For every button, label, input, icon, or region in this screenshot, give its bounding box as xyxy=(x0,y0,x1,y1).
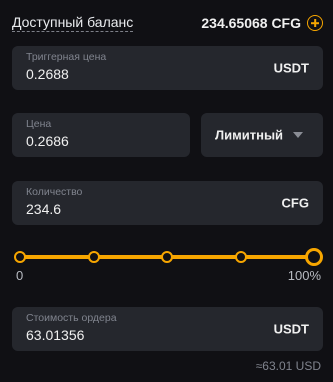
price-field[interactable]: Цена 0.2686 xyxy=(12,113,190,157)
slider-mark[interactable] xyxy=(161,251,173,263)
order-cost-unit: USDT xyxy=(273,321,309,337)
order-cost-field: Стоимость ордера 63.01356 USDT xyxy=(12,307,323,351)
order-type-select[interactable]: Лимитный xyxy=(201,113,323,157)
order-type-value: Лимитный xyxy=(215,127,284,143)
balance-info: 234.65068 CFG xyxy=(201,15,323,31)
slider-mark[interactable] xyxy=(234,251,247,263)
quantity-slider[interactable] xyxy=(14,248,323,266)
price-label: Цена xyxy=(26,118,52,130)
balance-value: 234.65068 CFG xyxy=(201,15,301,31)
approx-usd-value: ≈63.01 USD xyxy=(255,359,321,373)
balance-row: Доступный баланс 234.65068 CFG xyxy=(12,12,323,34)
slider-mark[interactable] xyxy=(87,251,100,263)
slider-mark[interactable] xyxy=(14,251,26,263)
order-cost-value: 63.01356 xyxy=(26,327,85,343)
balance-label[interactable]: Доступный баланс xyxy=(12,14,134,32)
quantity-field[interactable]: Количество 234.6 CFG xyxy=(12,181,323,225)
caret-down-icon xyxy=(293,132,303,138)
slider-min-label: 0 xyxy=(16,268,24,283)
trigger-price-unit: USDT xyxy=(273,60,309,76)
order-cost-label: Стоимость ордера xyxy=(26,312,117,324)
trigger-price-label: Триггерная цена xyxy=(26,51,107,63)
slider-thumb[interactable] xyxy=(305,248,323,266)
plus-circle-icon[interactable] xyxy=(307,15,323,31)
quantity-label: Количество xyxy=(26,186,83,198)
quantity-input[interactable]: 234.6 xyxy=(26,201,61,217)
trigger-price-field[interactable]: Триггерная цена 0.2688 USDT xyxy=(12,46,323,90)
trigger-price-input[interactable]: 0.2688 xyxy=(26,66,69,82)
quantity-unit[interactable]: CFG xyxy=(282,196,309,211)
slider-max-label: 100% xyxy=(287,268,321,283)
price-input[interactable]: 0.2686 xyxy=(26,133,69,149)
